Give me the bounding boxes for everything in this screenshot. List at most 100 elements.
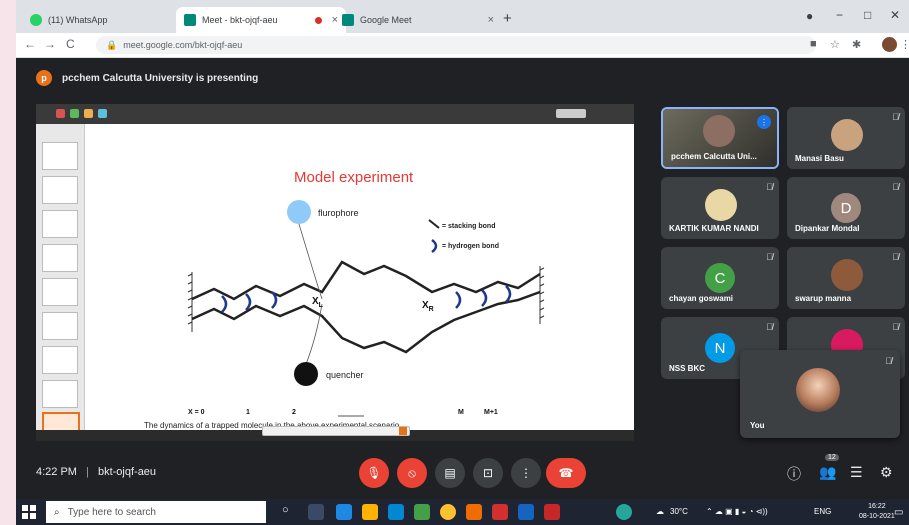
mic-off-icon: 🎙̸ [892, 182, 899, 192]
minimize-button[interactable]: − [836, 8, 843, 22]
participant-photo [705, 189, 737, 221]
toolbar-icon [84, 109, 93, 118]
participant-name: NSS BKC [669, 364, 706, 373]
task-view-icon[interactable] [308, 504, 324, 520]
more-options-button[interactable]: ⋮ [511, 458, 541, 488]
word-icon[interactable] [518, 504, 534, 520]
edge-icon[interactable] [336, 504, 352, 520]
back-icon[interactable]: ← [24, 37, 36, 51]
tab-label: (11) WhatsApp [48, 15, 108, 25]
tab-whatsapp[interactable]: (11) WhatsApp × [22, 7, 192, 33]
tab-label: Google Meet [360, 15, 412, 25]
star-icon[interactable]: ☆ [830, 38, 840, 51]
record-icon: ● [806, 9, 814, 23]
chat-icon[interactable]: ☰ [850, 464, 863, 481]
url-field[interactable]: 🔒 meet.google.com/bkt-ojqf-aeu [96, 36, 816, 54]
participant-tile[interactable]: ⋮ pcchem Calcutta Uni... [661, 107, 779, 169]
captions-button[interactable]: ▤ [435, 458, 465, 488]
pdf-toolbar [36, 104, 634, 124]
url-text: meet.google.com/bkt-ojqf-aeu [123, 40, 243, 50]
activities-icon[interactable]: ⚙ [880, 464, 893, 481]
system-tray-icons[interactable]: ⌃ ☁ ▣ ▮ ◒ ◔ ⊲)) [706, 507, 768, 516]
mic-toggle-button[interactable]: 🎙 [359, 458, 389, 488]
clock-date: 08-10-2021 [859, 513, 895, 520]
acrobat-icon[interactable] [492, 504, 508, 520]
page-thumbnail [42, 244, 78, 272]
participant-count-badge: 12 [825, 454, 839, 461]
participant-initial: C [705, 263, 735, 293]
temperature: 30°C [670, 507, 688, 516]
mic-off-icon: 🎙̸ [766, 322, 773, 332]
zoom-control [556, 109, 586, 118]
profile-avatar[interactable] [882, 37, 897, 52]
mic-off-icon: 🎙̸ [885, 356, 892, 366]
close-icon[interactable]: × [488, 14, 494, 26]
search-icon: ⌕ [54, 506, 60, 518]
shared-screen[interactable]: Model experiment flurophore = stacking b… [36, 104, 634, 441]
mic-off-icon: 🎙 [366, 466, 382, 480]
menu-icon[interactable]: ⋮ [900, 38, 909, 51]
page-thumbnail [42, 142, 78, 170]
separator: | [86, 466, 89, 478]
present-button[interactable]: ⊡ [473, 458, 503, 488]
maximize-button[interactable]: □ [864, 8, 871, 22]
language-indicator[interactable]: ENG [814, 507, 831, 516]
axis-label: X = 0 [188, 409, 205, 416]
participant-tile[interactable]: 🎙̸ KARTIK KUMAR NANDI [661, 177, 779, 239]
file-explorer-icon[interactable] [362, 504, 378, 520]
hangup-icon: ☎ [558, 466, 574, 480]
page-thumbnail [42, 380, 78, 408]
camera-toggle-button[interactable]: ⦸ [397, 458, 427, 488]
mic-off-icon: 🎙̸ [766, 252, 773, 262]
left-wall [187, 272, 193, 332]
people-icon[interactable]: 👥 [819, 464, 836, 481]
toolbar-icon [70, 109, 79, 118]
slide-title: Model experiment [294, 169, 414, 186]
notification-icon[interactable]: ▭ [894, 507, 903, 518]
close-window-button[interactable]: ✕ [890, 8, 900, 22]
toolbar-icon [56, 109, 65, 118]
mail-icon[interactable] [388, 504, 404, 520]
axis-label: 2 [292, 409, 296, 416]
participant-tile[interactable]: C 🎙̸ chayan goswami [661, 247, 779, 309]
meeting-time: 4:22 PM [36, 466, 77, 478]
new-tab-button[interactable]: + [503, 10, 512, 27]
cortana-icon[interactable]: ○ [282, 504, 298, 520]
info-icon[interactable]: ⓘ [787, 464, 801, 484]
axis-label: M [458, 409, 464, 416]
lock-icon: 🔒 [106, 39, 118, 50]
camera-icon[interactable]: ■ [810, 38, 817, 50]
tab-google-meet[interactable]: Google Meet × [334, 7, 502, 33]
taskbar-search[interactable]: ⌕ Type here to search [46, 501, 266, 523]
taskbar-clock[interactable]: 16:22 08-10-2021 [859, 502, 895, 522]
chrome-icon[interactable] [616, 504, 632, 520]
powerpoint-icon[interactable] [544, 504, 560, 520]
captions-icon: ▤ [444, 466, 456, 480]
chrome-icon[interactable] [440, 504, 456, 520]
windows-taskbar: ⌕ Type here to search ○ ☁ 30°C ⌃ ☁ ▣ ▮ ◒… [16, 499, 909, 525]
page-thumbnail [42, 210, 78, 238]
whatsapp-icon [30, 14, 42, 26]
forward-icon[interactable]: → [44, 37, 56, 51]
reload-icon[interactable]: C [66, 37, 75, 51]
app-icon[interactable] [414, 504, 430, 520]
extensions-icon[interactable]: ✱ [852, 38, 861, 51]
mic-off-icon: 🎙̸ [892, 112, 899, 122]
tab-label: Meet - bkt-ojqf-aeu [202, 15, 278, 25]
participant-tile[interactable]: 🎙̸ swarup manna [787, 247, 905, 309]
participant-tile[interactable]: 🎙̸ Manasi Basu [787, 107, 905, 169]
meeting-info: 4:22 PM | bkt-ojqf-aeu [36, 466, 156, 478]
search-placeholder: Type here to search [67, 506, 156, 518]
windows-start-icon[interactable] [22, 505, 36, 519]
participant-face [703, 115, 735, 147]
address-bar-row: ← → C 🔒 meet.google.com/bkt-ojqf-aeu ■ ☆… [16, 33, 909, 58]
pdf-thumbnail-panel [36, 124, 85, 441]
self-view-tile[interactable]: 🎙̸ You [740, 350, 900, 438]
sharing-notice [262, 426, 410, 436]
firefox-icon[interactable] [466, 504, 482, 520]
tab-meet-active[interactable]: Meet - bkt-ojqf-aeu × [176, 7, 346, 33]
participant-tile[interactable]: D 🎙̸ Dipankar Mondal [787, 177, 905, 239]
mic-off-icon: 🎙̸ [892, 252, 899, 262]
self-photo [796, 368, 840, 412]
leave-call-button[interactable]: ☎ [546, 458, 586, 488]
